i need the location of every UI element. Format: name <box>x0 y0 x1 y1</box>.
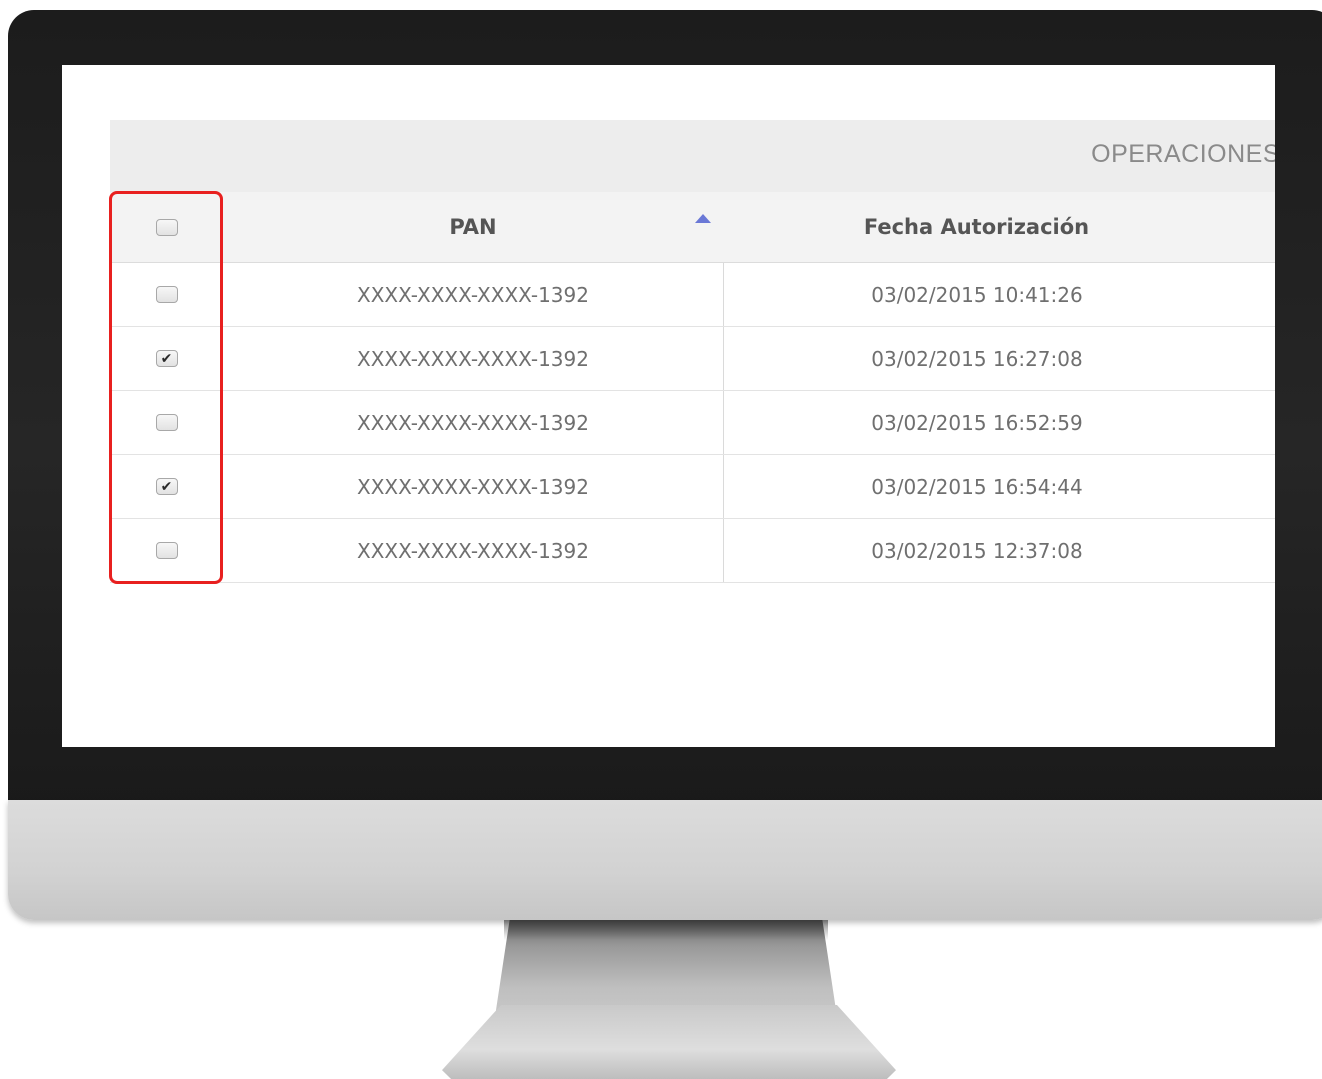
row-pan: XXXX-XXXX-XXXX-1392 <box>223 391 724 454</box>
row-checkbox[interactable] <box>155 542 178 559</box>
table-row[interactable]: ✔ XXXX-XXXX-XXXX-1392 03/02/2015 16:27:0… <box>110 327 1275 391</box>
row-pan: XXXX-XXXX-XXXX-1392 <box>223 455 724 518</box>
table-row[interactable]: ✔ XXXX-XXXX-XXXX-1392 03/02/2015 16:54:4… <box>110 455 1275 519</box>
table-header-row: PAN Fecha Autorización <box>110 192 1275 263</box>
monitor-chin <box>8 800 1322 920</box>
operations-table: OPERACIONES PAN Fecha Autorización XXXX-… <box>110 120 1275 583</box>
row-date: 03/02/2015 16:52:59 <box>871 410 1083 435</box>
row-date: 03/02/2015 16:27:08 <box>871 346 1083 371</box>
row-checkbox[interactable] <box>155 414 178 431</box>
table-title: OPERACIONES <box>1091 140 1275 168</box>
column-header-pan[interactable]: PAN <box>223 192 723 262</box>
row-checkbox-cell: ✔ <box>110 327 223 390</box>
row-checkbox-cell <box>110 263 223 326</box>
monitor-mockup: OPERACIONES PAN Fecha Autorización XXXX-… <box>0 0 1322 1079</box>
row-pan: XXXX-XXXX-XXXX-1392 <box>223 327 724 390</box>
row-checkbox-cell: ✔ <box>110 455 223 518</box>
column-header-pan-label: PAN <box>449 215 497 239</box>
column-header-date-label: Fecha Autorización <box>863 215 1090 239</box>
table-row[interactable]: XXXX-XXXX-XXXX-1392 03/02/2015 10:41:26 <box>110 263 1275 327</box>
row-checkbox-cell <box>110 519 223 582</box>
column-header-date[interactable]: Fecha Autorización <box>723 192 1275 262</box>
table-row[interactable]: XXXX-XXXX-XXXX-1392 03/02/2015 16:52:59 <box>110 391 1275 455</box>
row-checkbox-cell <box>110 391 223 454</box>
row-date: 03/02/2015 12:37:08 <box>871 538 1083 563</box>
table-title-bar: OPERACIONES <box>110 120 1275 192</box>
monitor-stand-base <box>442 1005 896 1079</box>
monitor-screen: OPERACIONES PAN Fecha Autorización XXXX-… <box>62 65 1275 747</box>
row-checkbox[interactable] <box>155 286 178 303</box>
table-row[interactable]: XXXX-XXXX-XXXX-1392 03/02/2015 12:37:08 <box>110 519 1275 583</box>
monitor-stand-shadow <box>504 920 828 940</box>
row-pan: XXXX-XXXX-XXXX-1392 <box>223 263 724 326</box>
select-all-checkbox[interactable] <box>155 218 178 236</box>
sort-ascending-icon[interactable] <box>695 214 711 223</box>
row-date: 03/02/2015 10:41:26 <box>871 282 1083 307</box>
row-checkbox[interactable]: ✔ <box>155 478 178 495</box>
row-pan: XXXX-XXXX-XXXX-1392 <box>223 519 724 582</box>
row-date: 03/02/2015 16:54:44 <box>871 474 1083 499</box>
row-checkbox[interactable]: ✔ <box>155 350 178 367</box>
header-checkbox-cell <box>110 192 223 262</box>
